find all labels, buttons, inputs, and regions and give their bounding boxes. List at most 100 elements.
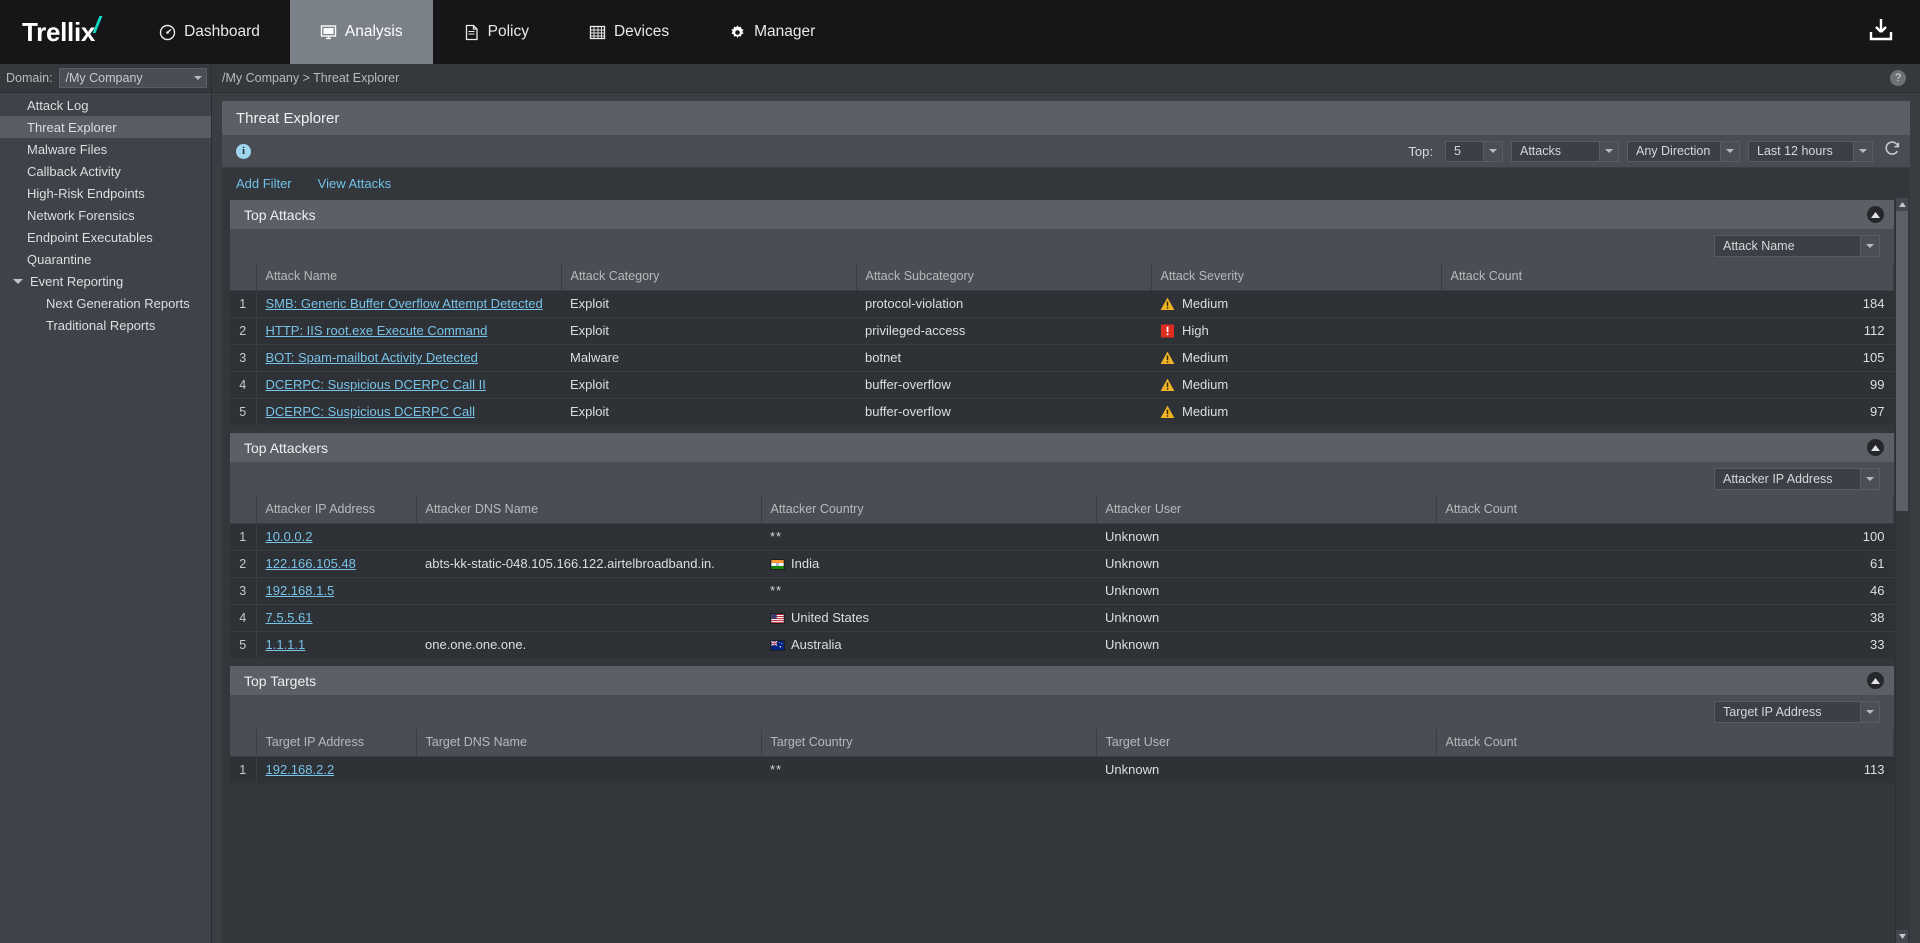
column-header-target-ip-address[interactable]: Target IP Address <box>256 729 417 757</box>
cell-user: Unknown <box>1105 637 1160 653</box>
sidebar-item-event-reporting[interactable]: Event Reporting <box>0 270 211 292</box>
sidebar-item-network-forensics[interactable]: Network Forensics <box>0 204 211 226</box>
table-row[interactable]: 1 SMB: Generic Buffer Overflow Attempt De… <box>230 290 1894 318</box>
sidebar-item-label: Traditional Reports <box>46 317 156 333</box>
sidebar-item-high-risk-endpoints[interactable]: High-Risk Endpoints <box>0 182 211 204</box>
column-header-attacker-dns-name[interactable]: Attacker DNS Name <box>416 496 762 524</box>
severity-label: Medium <box>1182 296 1229 311</box>
refresh-icon[interactable] <box>1883 139 1902 163</box>
attack-name-link[interactable]: HTTP: IIS root.exe Execute Command <box>266 323 488 338</box>
cell-attack-name: SMB: Generic Buffer Overflow Attempt Det… <box>256 290 561 318</box>
table-row[interactable]: 1 192.168.2.2 ** Unknown 113 <box>230 756 1894 783</box>
scroll-up-arrow[interactable] <box>1896 198 1908 211</box>
sidebar-item-quarantine[interactable]: Quarantine <box>0 248 211 270</box>
sidebar-item-callback-activity[interactable]: Callback Activity <box>0 160 211 182</box>
chevron-up-icon[interactable] <box>1867 439 1884 456</box>
top-navigation-bar: Trellix Dashboard Analysis Policy Device… <box>0 0 1920 64</box>
link-view-attacks[interactable]: View Attacks <box>318 176 391 191</box>
cell-attack-count: 105 <box>1441 344 1894 372</box>
ip-address-link[interactable]: 1.1.1.1 <box>266 637 306 652</box>
nav-tab-analysis[interactable]: Analysis <box>289 0 433 64</box>
time-range-dropdown[interactable]: Last 12 hours <box>1748 140 1873 162</box>
sidebar-item-traditional-reports[interactable]: Traditional Reports <box>0 314 211 336</box>
table-row[interactable]: 4 7.5.5.61 United States Unknown 38 <box>230 604 1894 632</box>
top-count-dropdown[interactable]: 5 <box>1445 140 1503 162</box>
sidebar-item-next-generation-reports[interactable]: Next Generation Reports <box>0 292 211 314</box>
cell-attack-category: Exploit <box>561 371 856 399</box>
column-header-index[interactable] <box>230 263 257 291</box>
cell-attack-count: 112 <box>1441 317 1894 345</box>
column-header-attack-name[interactable]: Attack Name <box>256 263 562 291</box>
attack-name-link[interactable]: DCERPC: Suspicious DCERPC Call II <box>266 377 486 392</box>
domain-selector-bar: Domain: /My Company <box>0 64 211 93</box>
section-filter-dropdown-top-attackers[interactable]: Attacker IP Address <box>1714 468 1880 490</box>
chevron-down-icon <box>1483 141 1502 161</box>
chevron-up-icon[interactable] <box>1867 206 1884 223</box>
column-header-attack-count[interactable]: Attack Count <box>1436 496 1894 524</box>
column-header-attack-count[interactable]: Attack Count <box>1436 729 1894 757</box>
section-filter-bar-top-targets: Target IP Address <box>230 695 1894 729</box>
country-flag-icon <box>770 610 791 625</box>
row-index: 4 <box>230 371 257 399</box>
attack-name-link[interactable]: BOT: Spam-mailbot Activity Detected <box>266 350 478 365</box>
ip-address-link[interactable]: 122.166.105.48 <box>266 556 356 571</box>
nav-tab-dashboard[interactable]: Dashboard <box>129 0 290 64</box>
table-row[interactable]: 3 BOT: Spam-mailbot Activity Detected Malw… <box>230 344 1894 372</box>
chevron-up-icon[interactable] <box>1867 672 1884 689</box>
ip-address-link[interactable]: 192.168.1.5 <box>266 583 335 598</box>
table-row[interactable]: 5 1.1.1.1 one.one.one.one. Australia Unknown… <box>230 631 1894 658</box>
sections-container: Top Attacks Attack Name Attack Name Attack … <box>230 200 1894 783</box>
ip-address-link[interactable]: 7.5.5.61 <box>266 610 313 625</box>
nav-tab-devices[interactable]: Devices <box>559 0 699 64</box>
sections-scroll-area: Top Attacks Attack Name Attack Name Attack … <box>222 198 1910 943</box>
monitor-icon <box>320 24 337 41</box>
direction-dropdown[interactable]: Any Direction <box>1627 140 1740 162</box>
table-row[interactable]: 2 HTTP: IIS root.exe Execute Command Explo… <box>230 317 1894 345</box>
nav-tab-policy[interactable]: Policy <box>433 0 559 64</box>
table-row[interactable]: 3 192.168.1.5 ** Unknown 46 <box>230 577 1894 605</box>
table-row[interactable]: 1 10.0.0.2 ** Unknown 100 <box>230 523 1894 551</box>
section-filter-dropdown-top-targets[interactable]: Target IP Address <box>1714 701 1880 723</box>
sidebar-item-endpoint-executables[interactable]: Endpoint Executables <box>0 226 211 248</box>
scrollbar-thumb[interactable] <box>1896 211 1908 511</box>
section-filter-dropdown-top-attacks[interactable]: Attack Name <box>1714 235 1880 257</box>
cell-attack-name: DCERPC: Suspicious DCERPC Call <box>256 398 561 425</box>
column-header-attacker-ip-address[interactable]: Attacker IP Address <box>256 496 417 524</box>
ip-address-link[interactable]: 192.168.2.2 <box>266 762 335 777</box>
attack-name-link[interactable]: SMB: Generic Buffer Overflow Attempt Det… <box>266 296 543 311</box>
column-header-target-user[interactable]: Target User <box>1096 729 1437 757</box>
help-icon[interactable]: ? <box>1890 70 1906 86</box>
nav-tab-manager[interactable]: Manager <box>699 0 845 64</box>
ip-address-link[interactable]: 10.0.0.2 <box>266 529 313 544</box>
section-title: Top Attacks <box>244 206 316 223</box>
chevron-down-icon <box>1853 141 1872 161</box>
download-icon[interactable] <box>1866 15 1896 50</box>
column-header-index[interactable] <box>230 729 257 757</box>
info-icon[interactable]: i <box>236 143 251 159</box>
column-header-index[interactable] <box>230 496 257 524</box>
cell-attack-category: Malware <box>561 344 856 372</box>
domain-select[interactable]: /My Company <box>58 68 207 88</box>
entity-type-dropdown[interactable]: Attacks <box>1511 140 1619 162</box>
column-header-target-dns-name[interactable]: Target DNS Name <box>416 729 762 757</box>
column-header-attack-category[interactable]: Attack Category <box>561 263 857 291</box>
column-header-attacker-country[interactable]: Attacker Country <box>761 496 1097 524</box>
table-row[interactable]: 2 122.166.105.48 abts-kk-static-048.105.16… <box>230 550 1894 578</box>
column-header-attack-count[interactable]: Attack Count <box>1441 263 1894 291</box>
section-filter-value: Attacker IP Address <box>1723 472 1833 486</box>
sidebar-item-threat-explorer[interactable]: Threat Explorer <box>0 116 211 138</box>
column-header-attack-severity[interactable]: Attack Severity <box>1151 263 1442 291</box>
link-add-filter[interactable]: Add Filter <box>236 176 292 191</box>
vertical-scrollbar[interactable] <box>1895 198 1908 943</box>
table-row[interactable]: 4 DCERPC: Suspicious DCERPC Call II Exploi… <box>230 371 1894 399</box>
scroll-down-arrow[interactable] <box>1896 930 1908 943</box>
cell-ip-address: 122.166.105.48 <box>256 550 416 578</box>
column-header-attack-subcategory[interactable]: Attack Subcategory <box>856 263 1152 291</box>
severity-label: Medium <box>1182 350 1229 365</box>
table-row[interactable]: 5 DCERPC: Suspicious DCERPC Call Exploit bu… <box>230 398 1894 425</box>
sidebar-item-malware-files[interactable]: Malware Files <box>0 138 211 160</box>
sidebar-item-attack-log[interactable]: Attack Log <box>0 94 211 116</box>
attack-name-link[interactable]: DCERPC: Suspicious DCERPC Call <box>266 404 476 419</box>
column-header-attacker-user[interactable]: Attacker User <box>1096 496 1437 524</box>
column-header-target-country[interactable]: Target Country <box>761 729 1097 757</box>
